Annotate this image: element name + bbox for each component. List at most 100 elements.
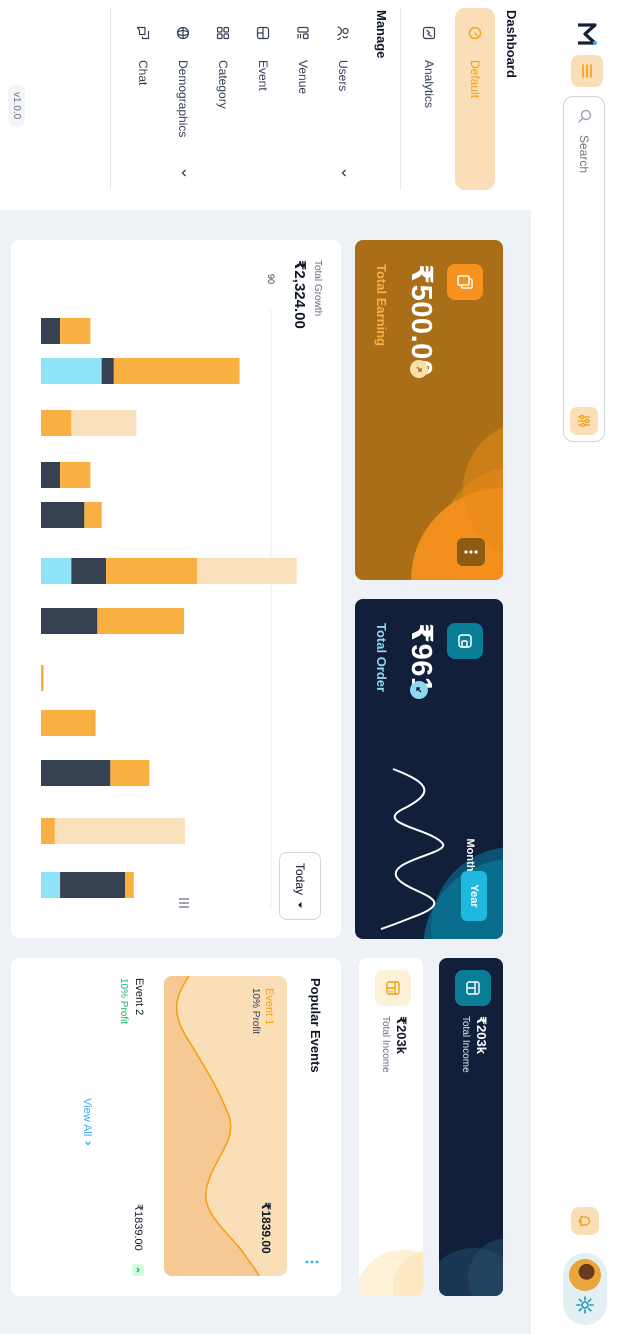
table-icon (455, 970, 491, 1006)
sidebar-item-label: Chat (136, 60, 150, 86)
dashboard-section-title: Dashboard (504, 10, 519, 78)
event-profit: 10% Profit (250, 988, 261, 1035)
version-badge: v1.0.0 (8, 84, 25, 128)
bar-segment[interactable] (41, 462, 61, 488)
bar-segment[interactable] (125, 872, 134, 898)
more-vertical-icon (464, 550, 478, 554)
sidebar: Dashboard Default Analytics Manage Users (0, 0, 531, 210)
bar-segment[interactable] (41, 760, 111, 786)
chevron-down-icon[interactable] (339, 168, 349, 178)
sidebar-item-analytics[interactable]: Analytics (409, 8, 449, 190)
chat-icon (136, 26, 150, 48)
bar-segment[interactable] (41, 358, 102, 384)
bar-segment[interactable] (41, 710, 96, 736)
total-order-card: Month Year ₹961 Total Order (355, 599, 503, 939)
sidebar-item-default[interactable]: Default (455, 8, 495, 190)
total-income-card-dark: ₹203k Total Income (439, 958, 503, 1296)
event-name: Event 1 (263, 988, 275, 1026)
card-decoration (439, 1238, 503, 1296)
income-amount: ₹203k (474, 1016, 489, 1054)
income-label: Total Income (460, 1016, 471, 1073)
logo-icon[interactable] (575, 22, 599, 46)
income-amount: ₹203k (394, 1016, 409, 1054)
top-header (531, 0, 619, 1334)
sidebar-item-chat[interactable]: Chat (123, 8, 163, 190)
bar-segment[interactable] (54, 818, 185, 844)
more-vertical-icon[interactable] (305, 1260, 319, 1264)
storefront-icon (375, 970, 411, 1006)
bar-segment[interactable] (41, 318, 61, 344)
bell-icon (578, 1215, 591, 1227)
earning-label: Total Earning (374, 264, 389, 347)
card-decoration (359, 1250, 423, 1296)
sidebar-item-label: Users (336, 60, 350, 92)
event-feature-card[interactable]: Event 1 10% Profit ₹1839.00 (164, 976, 287, 1276)
sidebar-item-venue[interactable]: Venue (283, 8, 323, 190)
bar-segment[interactable] (84, 502, 102, 528)
category-icon (216, 26, 230, 48)
event-amount: ₹1839.00 (259, 1202, 273, 1254)
order-label: Total Order (374, 623, 389, 693)
bar-segment[interactable] (41, 872, 61, 898)
chevron-right-icon (85, 1141, 91, 1146)
manage-section-title: Manage (374, 10, 389, 59)
toggle-year[interactable]: Year (461, 871, 487, 921)
filter-button[interactable] (570, 407, 598, 435)
hamburger-icon (582, 64, 592, 78)
bar-segment[interactable] (71, 558, 107, 584)
income-label: Total Income (380, 1016, 391, 1073)
popular-events-title: Popular Events (308, 978, 323, 1073)
sidebar-item-label: Category (216, 60, 230, 109)
bar-segment[interactable] (41, 665, 44, 691)
cart-icon (447, 623, 483, 659)
analytics-icon (422, 26, 436, 48)
total-earning-card: ₹500.00 Total Earning (355, 240, 503, 580)
avatar[interactable] (569, 1259, 601, 1291)
main-content: ₹500.00 Total Earning Month Year ₹961 To… (0, 210, 531, 1334)
sidebar-item-label: Analytics (422, 60, 436, 109)
bar-segment[interactable] (110, 760, 150, 786)
more-options-button[interactable] (457, 538, 485, 566)
bar-segment[interactable] (41, 558, 72, 584)
sidebar-divider (110, 8, 111, 190)
tick-label: 90 (266, 274, 276, 284)
bar-segment[interactable] (41, 410, 72, 436)
bar-segment[interactable] (41, 818, 55, 844)
venue-icon (296, 26, 310, 48)
view-all-link[interactable]: View All (81, 1098, 93, 1147)
search-box (563, 96, 605, 442)
profile-menu[interactable] (563, 1253, 607, 1325)
bar-segment[interactable] (97, 608, 185, 634)
bar-segment[interactable] (101, 358, 114, 384)
sidebar-item-demographics[interactable]: Demographics (163, 8, 203, 190)
search-input[interactable] (573, 133, 595, 387)
chevron-down-icon[interactable] (179, 168, 189, 178)
bar-segment[interactable] (197, 558, 297, 584)
sidebar-item-label: Default (468, 60, 482, 99)
sidebar-item-label: Venue (296, 60, 310, 95)
menu-toggle-button[interactable] (571, 55, 603, 87)
arrow-down-left-icon (410, 681, 428, 699)
event-amount: ₹1839.00 (132, 1204, 144, 1251)
chevron-up-icon (132, 1264, 144, 1276)
bar-segment[interactable] (113, 358, 240, 384)
bar-segment[interactable] (60, 462, 91, 488)
search-icon (578, 109, 592, 123)
notification-button[interactable] (571, 1207, 599, 1235)
arrow-up-right-icon (410, 360, 428, 378)
bar-segment[interactable] (106, 558, 198, 584)
sidebar-item-users[interactable]: Users (323, 8, 363, 190)
bar-segment[interactable] (41, 502, 85, 528)
popular-events-card: Popular Events Event 1 10% Profit ₹1839.… (11, 958, 341, 1296)
bar-segment[interactable] (60, 872, 126, 898)
growth-bar-chart: 90180270360 (40, 274, 297, 910)
bar-segment[interactable] (71, 410, 137, 436)
view-all-label: View All (81, 1098, 93, 1137)
bar-segment[interactable] (40, 608, 98, 634)
sidebar-item-category[interactable]: Category (203, 8, 243, 190)
gear-icon[interactable] (575, 1295, 595, 1315)
event-profit: 10% Profit (118, 978, 129, 1025)
sidebar-item-label: Demographics (176, 60, 190, 138)
sidebar-item-event[interactable]: Event (243, 8, 283, 190)
bar-segment[interactable] (60, 318, 91, 344)
